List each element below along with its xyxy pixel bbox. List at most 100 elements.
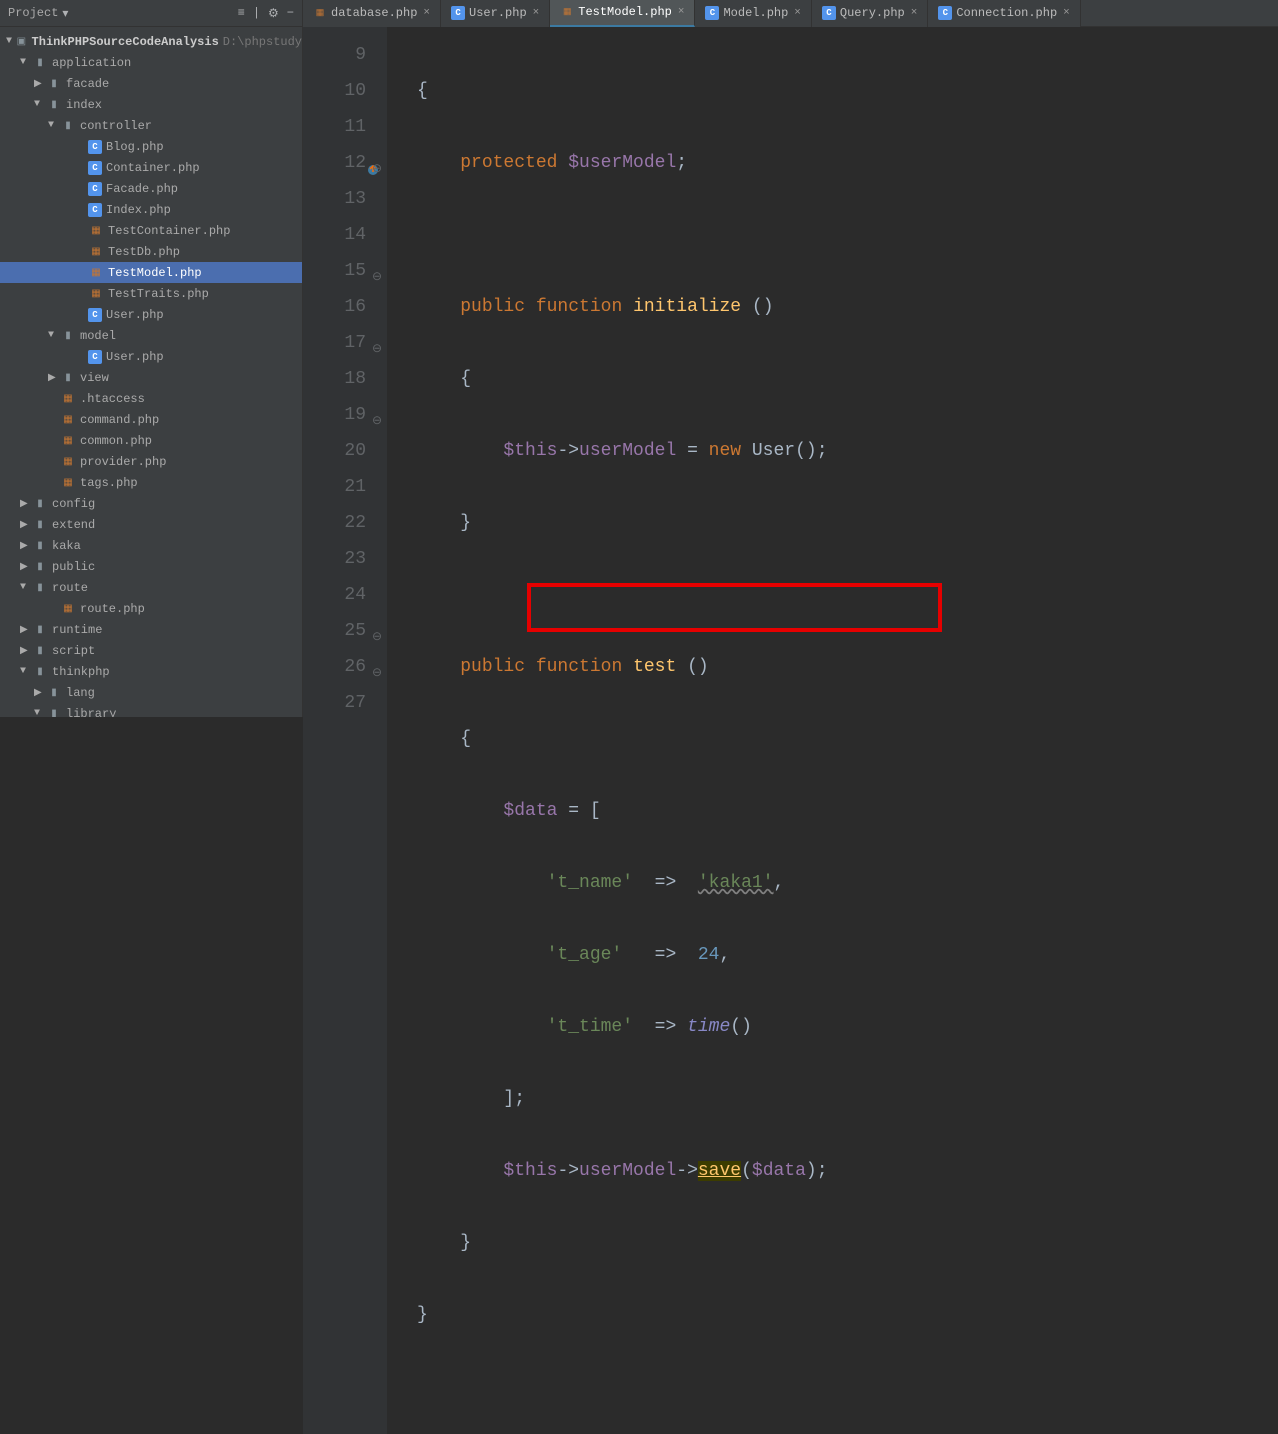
tree-item-label: tags.php xyxy=(80,476,138,490)
close-icon[interactable]: × xyxy=(423,7,430,19)
line-number: 17 xyxy=(344,333,366,353)
property: userModel xyxy=(579,441,676,461)
string-value: 'kaka1' xyxy=(698,873,774,893)
tree-item-facade-php[interactable]: CFacade.php xyxy=(0,178,302,199)
chevron-icon: ▶ xyxy=(20,498,32,510)
file-icon: C xyxy=(451,6,465,20)
sliders-icon[interactable]: ≡ xyxy=(238,6,245,20)
tree-item-route-php[interactable]: ▦route.php xyxy=(0,598,302,619)
fold-icon[interactable]: ⊖ xyxy=(372,619,382,655)
folder-icon: ▮ xyxy=(32,538,48,554)
tab-model-php[interactable]: CModel.php× xyxy=(695,0,811,27)
tree-item-label: controller xyxy=(80,119,152,133)
tree-item-testmodel-php[interactable]: ▦TestModel.php xyxy=(0,262,302,283)
tree-item-label: Container.php xyxy=(106,161,200,175)
root-path: D:\phpstudy xyxy=(223,35,302,49)
php-file-icon: ▦ xyxy=(60,391,76,407)
folder-icon: ▮ xyxy=(32,517,48,533)
file-icon: C xyxy=(938,6,952,20)
tree-item-index[interactable]: ▼▮index xyxy=(0,94,302,115)
php-class-icon: C xyxy=(88,350,102,364)
tree-item-lang[interactable]: ▶▮lang xyxy=(0,682,302,703)
fold-icon[interactable]: ⊖ xyxy=(372,403,382,439)
tree-item-script[interactable]: ▶▮script xyxy=(0,640,302,661)
close-icon[interactable]: × xyxy=(533,7,540,19)
fold-icon[interactable]: ⊖ xyxy=(372,151,382,187)
tab-query-php[interactable]: CQuery.php× xyxy=(812,0,928,27)
tree-item-testdb-php[interactable]: ▦TestDb.php xyxy=(0,241,302,262)
tree-item-provider-php[interactable]: ▦provider.php xyxy=(0,451,302,472)
code-area[interactable]: { protected $userModel; public function … xyxy=(387,27,1278,1434)
tree-item-label: common.php xyxy=(80,434,152,448)
fold-icon[interactable]: ⊖ xyxy=(372,655,382,691)
chevron-icon: ▶ xyxy=(20,645,32,657)
close-icon[interactable]: × xyxy=(678,6,685,18)
tree-item-testtraits-php[interactable]: ▦TestTraits.php xyxy=(0,283,302,304)
tree-item-index-php[interactable]: CIndex.php xyxy=(0,199,302,220)
fold-icon[interactable]: ⊖ xyxy=(372,259,382,295)
tree-item--htaccess[interactable]: ▦.htaccess xyxy=(0,388,302,409)
tree-item-application[interactable]: ▼▮application xyxy=(0,52,302,73)
php-file-icon: ▦ xyxy=(88,286,104,302)
folder-icon: ▮ xyxy=(46,97,62,113)
tab-database-php[interactable]: ▦database.php× xyxy=(303,0,441,27)
array-key: 't_time' xyxy=(547,1017,633,1037)
tree-item-route[interactable]: ▼▮route xyxy=(0,577,302,598)
tab-label: Connection.php xyxy=(956,6,1057,20)
function-name: initialize xyxy=(633,297,741,317)
close-icon[interactable]: × xyxy=(1063,7,1070,19)
php-file-icon: ▦ xyxy=(60,454,76,470)
line-number: 19 xyxy=(344,405,366,425)
array-key: 't_age' xyxy=(547,945,623,965)
tree-item-library[interactable]: ▼▮library xyxy=(0,703,302,717)
variable: $data xyxy=(503,801,557,821)
tree-item-blog-php[interactable]: CBlog.php xyxy=(0,136,302,157)
editor-main: ▦database.php×CUser.php×▦TestModel.php×C… xyxy=(303,0,1278,717)
tree-item-config[interactable]: ▶▮config xyxy=(0,493,302,514)
sidebar-header: Project ▾ ≡ | ⚙ − xyxy=(0,0,302,27)
tree-item-extend[interactable]: ▶▮extend xyxy=(0,514,302,535)
tree-item-thinkphp[interactable]: ▼▮thinkphp xyxy=(0,661,302,682)
tab-connection-php[interactable]: C Connection.php × xyxy=(928,0,1080,27)
tree-item-user-php[interactable]: CUser.php xyxy=(0,304,302,325)
close-icon[interactable]: × xyxy=(794,7,801,19)
tree-item-tags-php[interactable]: ▦tags.php xyxy=(0,472,302,493)
line-number: 15 xyxy=(344,261,366,281)
tree-item-controller[interactable]: ▼▮controller xyxy=(0,115,302,136)
tree-item-testcontainer-php[interactable]: ▦TestContainer.php xyxy=(0,220,302,241)
php-class-icon: C xyxy=(88,140,102,154)
tree-item-facade[interactable]: ▶▮facade xyxy=(0,73,302,94)
tree-item-user-php[interactable]: CUser.php xyxy=(0,346,302,367)
tree-item-command-php[interactable]: ▦command.php xyxy=(0,409,302,430)
chevron-icon: ▶ xyxy=(48,372,60,384)
hide-icon[interactable]: − xyxy=(287,6,294,20)
fold-icon[interactable]: ⊖ xyxy=(372,331,382,367)
tree-item-label: application xyxy=(52,56,131,70)
chevron-icon: ▼ xyxy=(34,708,46,717)
tree-item-runtime[interactable]: ▶▮runtime xyxy=(0,619,302,640)
folder-icon: ▮ xyxy=(60,370,76,386)
tab-testmodel-php[interactable]: ▦TestModel.php× xyxy=(550,0,695,27)
tree-item-container-php[interactable]: C Container.php xyxy=(0,157,302,178)
line-number: 12 xyxy=(344,153,366,173)
gear-icon[interactable]: ⚙ xyxy=(268,6,279,21)
chevron-icon: ▶ xyxy=(34,687,46,699)
tree-item-model[interactable]: ▼▮model xyxy=(0,325,302,346)
tree-item-public[interactable]: ▶▮public xyxy=(0,556,302,577)
code-editor[interactable]: 9 10 11 12⊖ 13 14 15⊖ 16 17⊖ 18 19⊖ 20 2… xyxy=(303,27,1278,1434)
chevron-icon: ▶ xyxy=(20,519,32,531)
file-icon: ▦ xyxy=(560,5,574,19)
tree-root[interactable]: ▼ ▣ ThinkPHPSourceCodeAnalysis D:\phpstu… xyxy=(0,31,302,52)
project-tree[interactable]: ▼ ▣ ThinkPHPSourceCodeAnalysis D:\phpstu… xyxy=(0,27,302,717)
variable: $userModel xyxy=(568,153,676,173)
tree-item-view[interactable]: ▶▮view xyxy=(0,367,302,388)
tree-item-common-php[interactable]: ▦common.php xyxy=(0,430,302,451)
tree-item-kaka[interactable]: ▶▮kaka xyxy=(0,535,302,556)
number-value: 24 xyxy=(698,945,720,965)
folder-icon: ▮ xyxy=(32,580,48,596)
php-class-icon: C xyxy=(88,161,102,175)
tab-user-php[interactable]: CUser.php× xyxy=(441,0,550,27)
brace: } xyxy=(460,513,471,533)
dropdown-icon[interactable]: ▾ xyxy=(62,6,68,21)
close-icon[interactable]: × xyxy=(911,7,918,19)
